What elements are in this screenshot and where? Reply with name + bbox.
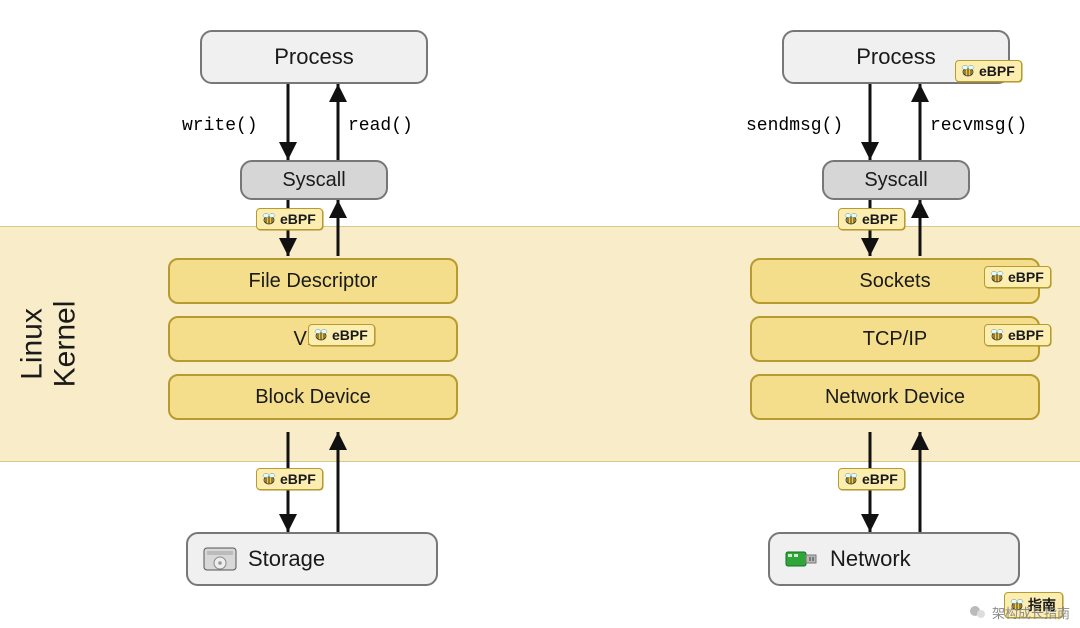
ebpf-badge-right-tcpip: eBPF	[984, 324, 1051, 346]
right-syscall-label: Syscall	[864, 169, 927, 192]
network-icon	[784, 544, 820, 574]
bee-icon	[960, 64, 976, 78]
right-process-label: Process	[856, 44, 935, 70]
left-layer-2: Block Device	[168, 374, 458, 420]
ebpf-text: eBPF	[862, 211, 898, 227]
kernel-label-line2: Kernel	[48, 301, 81, 388]
left-syscall-label: Syscall	[282, 169, 345, 192]
ebpf-badge-right-process: eBPF	[955, 60, 1022, 82]
left-process-label: Process	[274, 44, 353, 70]
left-process-box: Process	[200, 30, 428, 84]
ebpf-text: eBPF	[862, 471, 898, 487]
left-storage-label: Storage	[248, 546, 325, 572]
ebpf-text: eBPF	[1008, 327, 1044, 343]
right-layer-0-label: Sockets	[859, 270, 930, 293]
left-layer-0-label: File Descriptor	[249, 270, 378, 293]
kernel-label: Linux Kernel	[15, 301, 81, 388]
ebpf-text: eBPF	[979, 63, 1015, 79]
right-syscall-box: Syscall	[822, 160, 970, 200]
ebpf-badge-left-syscall: eBPF	[256, 208, 323, 230]
watermark: 架构成长指南	[968, 602, 1070, 622]
right-network-label: Network	[830, 546, 911, 572]
right-recv-label: recvmsg()	[930, 116, 1027, 136]
bee-icon	[989, 328, 1005, 342]
bee-icon	[313, 328, 329, 342]
ebpf-text: eBPF	[280, 471, 316, 487]
left-layer-2-label: Block Device	[255, 386, 371, 409]
bee-icon	[261, 472, 277, 486]
left-write-label: write()	[182, 116, 258, 136]
ebpf-badge-right-syscall: eBPF	[838, 208, 905, 230]
ebpf-badge-left-vfs: eBPF	[308, 324, 375, 346]
bee-icon	[843, 212, 859, 226]
right-layer-2: Network Device	[750, 374, 1040, 420]
right-layer-2-label: Network Device	[825, 386, 965, 409]
left-syscall-box: Syscall	[240, 160, 388, 200]
wechat-icon	[968, 602, 988, 622]
right-send-label: sendmsg()	[746, 116, 843, 136]
ebpf-badge-left-storage: eBPF	[256, 468, 323, 490]
kernel-label-line1: Linux	[15, 308, 48, 380]
ebpf-badge-right-sockets: eBPF	[984, 266, 1051, 288]
bee-icon	[261, 212, 277, 226]
left-layer-0: File Descriptor	[168, 258, 458, 304]
ebpf-text: eBPF	[332, 327, 368, 343]
bee-icon	[843, 472, 859, 486]
ebpf-text: eBPF	[280, 211, 316, 227]
right-network-box: Network	[768, 532, 1020, 586]
left-read-label: read()	[348, 116, 413, 136]
right-layer-1-label: TCP/IP	[863, 328, 927, 351]
ebpf-badge-right-network: eBPF	[838, 468, 905, 490]
watermark-text: 架构成长指南	[992, 603, 1070, 622]
ebpf-text: eBPF	[1008, 269, 1044, 285]
left-storage-box: Storage	[186, 532, 438, 586]
storage-icon	[202, 544, 238, 574]
kernel-label-wrap: Linux Kernel	[18, 226, 78, 462]
bee-icon	[989, 270, 1005, 284]
